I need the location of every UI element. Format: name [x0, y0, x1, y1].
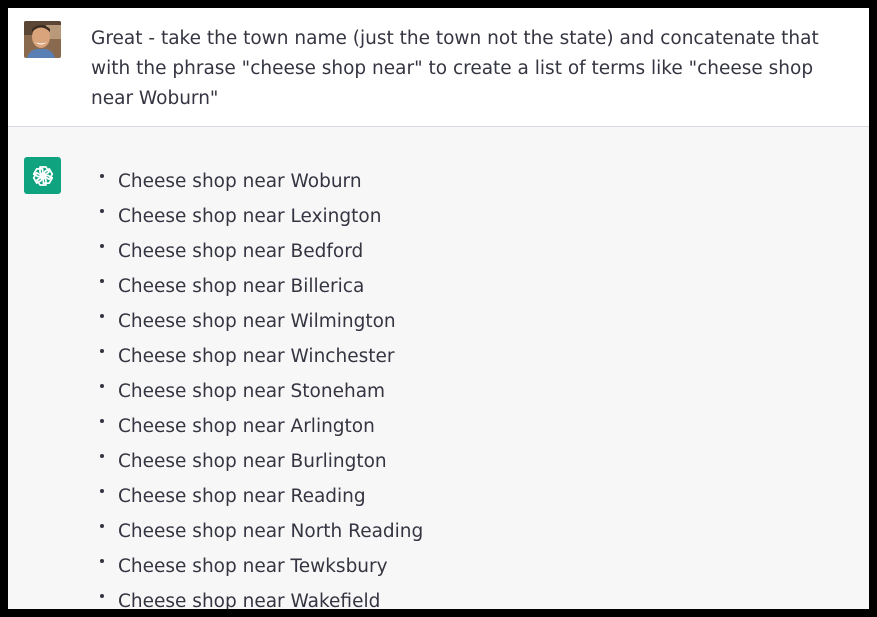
list-item-text: Cheese shop near Winchester [118, 346, 395, 367]
list-item-text: Cheese shop near Woburn [118, 171, 362, 192]
list-item-text: Cheese shop near Billerica [118, 276, 365, 297]
bullet-icon [100, 419, 104, 423]
list-item-text: Cheese shop near Wakefield [118, 591, 381, 609]
user-message-text: Great - take the town name (just the tow… [91, 28, 819, 109]
chat-window: Great - take the town name (just the tow… [8, 8, 869, 609]
bullet-icon [100, 244, 104, 248]
user-message: Great - take the town name (just the tow… [8, 8, 869, 127]
bullet-icon [100, 349, 104, 353]
list-item-text: Cheese shop near Arlington [118, 416, 375, 437]
bullet-icon [100, 384, 104, 388]
bullet-icon [100, 174, 104, 178]
list-item-text: Cheese shop near Wilmington [118, 311, 396, 332]
bullet-icon [100, 489, 104, 493]
bullet-icon [100, 454, 104, 458]
list-item-text: Cheese shop near Tewksbury [118, 556, 388, 577]
bullet-icon [100, 279, 104, 283]
list-item-text: Cheese shop near Stoneham [118, 381, 386, 402]
openai-logo-icon [24, 157, 61, 194]
bullet-icon [100, 524, 104, 528]
list-item-text: Cheese shop near North Reading [118, 521, 424, 542]
list-item-text: Cheese shop near Bedford [118, 241, 364, 262]
bullet-icon [100, 559, 104, 563]
bullet-icon [100, 209, 104, 213]
bullet-icon [100, 594, 104, 598]
list-item-text: Cheese shop near Lexington [118, 206, 382, 227]
user-avatar [24, 21, 61, 58]
bullet-icon [100, 314, 104, 318]
list-item-text: Cheese shop near Burlington [118, 451, 387, 472]
assistant-message: Cheese shop near Woburn Cheese shop near… [8, 127, 869, 609]
list-item-text: Cheese shop near Reading [118, 486, 366, 507]
